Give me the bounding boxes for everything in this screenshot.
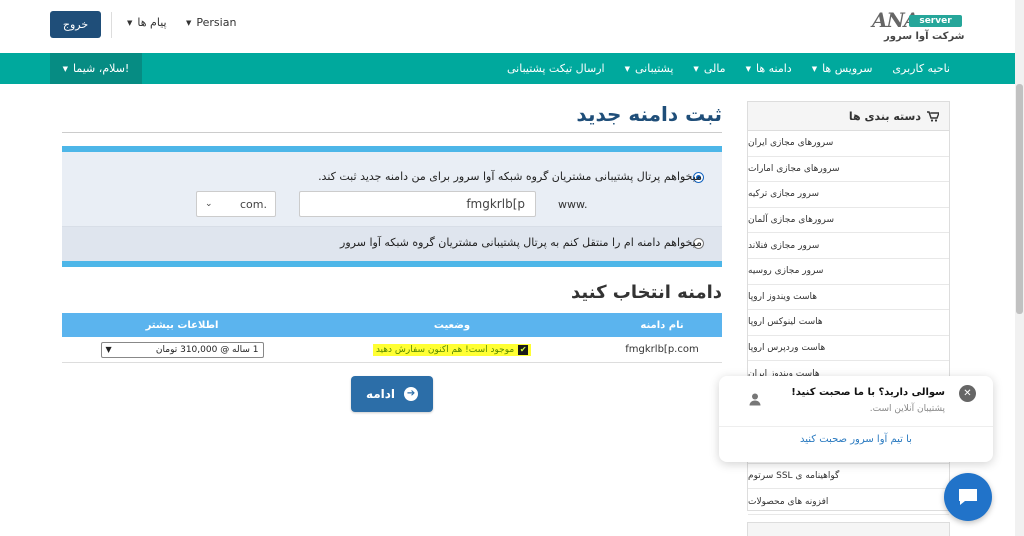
chat-launcher-button[interactable]	[944, 473, 992, 521]
nav-item-services[interactable]: ▼ سرویس ها	[812, 62, 873, 75]
table-row: ▼ 1 ساله @ 310,000 تومان موجود است! هم ا…	[62, 337, 722, 363]
secondary-sidebar-panel	[747, 522, 950, 536]
logo-server-badge: server	[909, 15, 962, 27]
page-scrollbar[interactable]	[1015, 0, 1024, 536]
sidebar-item[interactable]: هاست ویندوز اروپا	[748, 285, 949, 311]
availability-badge: موجود است! هم اکنون سفارش دهید ✔	[372, 343, 532, 356]
chevron-down-icon: ▼	[624, 64, 630, 73]
nav-item-billing[interactable]: ▼ مالی	[693, 62, 725, 75]
page-title: ثبت دامنه جدید	[576, 102, 722, 126]
domain-options-panel: میخواهم پرتال پشتیبانی مشتریان گروه شبکه…	[62, 146, 722, 267]
nav-item-label: دامنه ها	[755, 62, 792, 75]
logout-button[interactable]: خروج	[50, 11, 101, 38]
period-value: 1 ساله @ 310,000 تومان	[155, 344, 259, 355]
sidebar-item[interactable]: سرورهای مجازی آلمان	[748, 208, 949, 234]
chevron-down-icon: ▼	[62, 64, 69, 73]
column-header-name: نام دامنه	[640, 319, 684, 331]
register-option-label[interactable]: میخواهم پرتال پشتیبانی مشتریان گروه شبکه…	[318, 170, 702, 183]
www-prefix: www.	[558, 198, 588, 211]
chat-start-link[interactable]: با تیم آوا سرور صحبت کنید	[719, 434, 993, 445]
nav-item-dashboard[interactable]: ناحیه کاربری	[892, 62, 950, 75]
chat-subtitle: پشتیبان آنلاین است.	[869, 404, 945, 414]
chat-title: سوالی دارید؟ با ما صحبت کنید!	[791, 387, 945, 398]
sidebar-header: دسته بندی ها	[748, 102, 949, 131]
availability-text: موجود است! هم اکنون سفارش دهید	[375, 344, 515, 355]
nav-item-label: مالی	[703, 62, 726, 75]
domain-input[interactable]: fmgkrlb[p	[299, 191, 536, 217]
nav-item-label: سرویس ها	[822, 62, 873, 75]
chat-icon	[959, 489, 977, 505]
nav-menu: ناحیه کاربری ▼ سرویس ها ▼ دامنه ها ▼ مالی ▼…	[507, 53, 950, 84]
sidebar-item[interactable]: سرورهای مجازی امارات	[748, 157, 949, 183]
chevron-down-icon: ▼	[105, 345, 112, 354]
sidebar-item[interactable]: سرور مجازی ترکیه	[748, 182, 949, 208]
continue-label: ادامه	[365, 387, 396, 401]
messages-dropdown[interactable]: ▼ پیام ها	[127, 16, 167, 29]
nav-item-label: پشتیبانی	[635, 62, 674, 75]
sidebar-item[interactable]: هاست وردپرس اروپا	[748, 336, 949, 362]
sidebar-item[interactable]: سرور مجازی فنلاند	[748, 233, 949, 259]
sidebar-title: دسته بندی ها	[848, 109, 921, 123]
main-navbar: ▼ سلام، شیما! ناحیه کاربری ▼ سرویس ها ▼ دا…	[0, 53, 1024, 84]
sidebar-item[interactable]: هاست لینوکس اروپا	[748, 310, 949, 336]
transfer-option-label[interactable]: میخواهم دامنه ام را منتقل کنم به پرتال پ…	[340, 236, 702, 249]
column-header-status: وضعیت	[433, 319, 471, 331]
info-cell: ▼ 1 ساله @ 310,000 تومان	[62, 337, 302, 362]
section-title: دامنه انتخاب کنید	[570, 282, 722, 303]
sidebar-item[interactable]: سرور مجازی روسیه	[748, 259, 949, 285]
domain-name-cell: fmgkrlb[p.com	[625, 344, 699, 355]
user-greeting: سلام، شیما!	[73, 62, 130, 75]
checkbox-checked-icon[interactable]: ✔	[518, 344, 529, 355]
nav-item-open-ticket[interactable]: ارسال تیکت پشتیبانی	[507, 62, 605, 75]
chevron-down-icon: ▼	[811, 64, 818, 73]
close-icon[interactable]: ✕	[959, 385, 976, 402]
messages-label: پیام ها	[137, 16, 167, 29]
sidebar-item[interactable]: گواهینامه ی SSL سرتوم	[748, 464, 949, 490]
status-cell: موجود است! هم اکنون سفارش دهید ✔	[302, 337, 602, 362]
sidebar-item[interactable]: افزونه های محصولات	[748, 489, 949, 515]
user-menu[interactable]: ▼ سلام، شیما!	[50, 53, 142, 84]
chevron-down-icon: ⌄	[205, 199, 213, 209]
chat-popup: ✕ سوالی دارید؟ با ما صحبت کنید! پشتیبان …	[719, 376, 993, 462]
chat-divider	[719, 426, 993, 427]
user-avatar-icon	[747, 392, 763, 408]
language-dropdown[interactable]: ▼ Persian	[186, 16, 236, 29]
nav-item-label: ناحیه کاربری	[892, 62, 950, 75]
chevron-down-icon: ▼	[745, 64, 751, 73]
tld-value: com.	[240, 197, 267, 211]
chevron-down-icon: ▼	[186, 18, 192, 27]
header-divider	[111, 12, 112, 38]
transfer-option-row: میخواهم دامنه ام را منتقل کنم به پرتال پ…	[62, 227, 722, 261]
continue-button[interactable]: ادامه ➔	[351, 376, 433, 412]
chevron-down-icon: ▼	[127, 18, 133, 27]
registration-period-select[interactable]: ▼ 1 ساله @ 310,000 تومان	[100, 341, 264, 358]
shopping-cart-icon	[927, 110, 939, 122]
nav-item-label: ارسال تیکت پشتیبانی	[507, 62, 605, 75]
chevron-down-icon: ▼	[693, 64, 699, 73]
tld-select[interactable]: ⌄ com.	[196, 191, 276, 217]
title-divider	[62, 132, 722, 133]
logo-subtitle: شرکت آوا سرور	[884, 31, 965, 42]
domain-results-table: اطلاعات بیشتر وضعیت نام دامنه ▼ 1 ساله @…	[62, 313, 722, 363]
table-header: اطلاعات بیشتر وضعیت نام دامنه	[62, 313, 722, 337]
scrollbar-thumb[interactable]	[1016, 84, 1023, 314]
nav-item-support[interactable]: ▼ پشتیبانی	[625, 62, 674, 75]
language-label: Persian	[196, 16, 237, 29]
arrow-right-circle-icon: ➔	[404, 387, 419, 401]
nav-item-domains[interactable]: ▼ دامنه ها	[746, 62, 792, 75]
top-header: خروج ▼ پیام ها ▼ Persian ANA server شرکت…	[0, 0, 1024, 52]
sidebar-item[interactable]: سرورهای مجازی ایران	[748, 131, 949, 157]
site-logo[interactable]: ANA server شرکت آوا سرور	[870, 8, 968, 46]
column-header-info: اطلاعات بیشتر	[145, 319, 219, 331]
